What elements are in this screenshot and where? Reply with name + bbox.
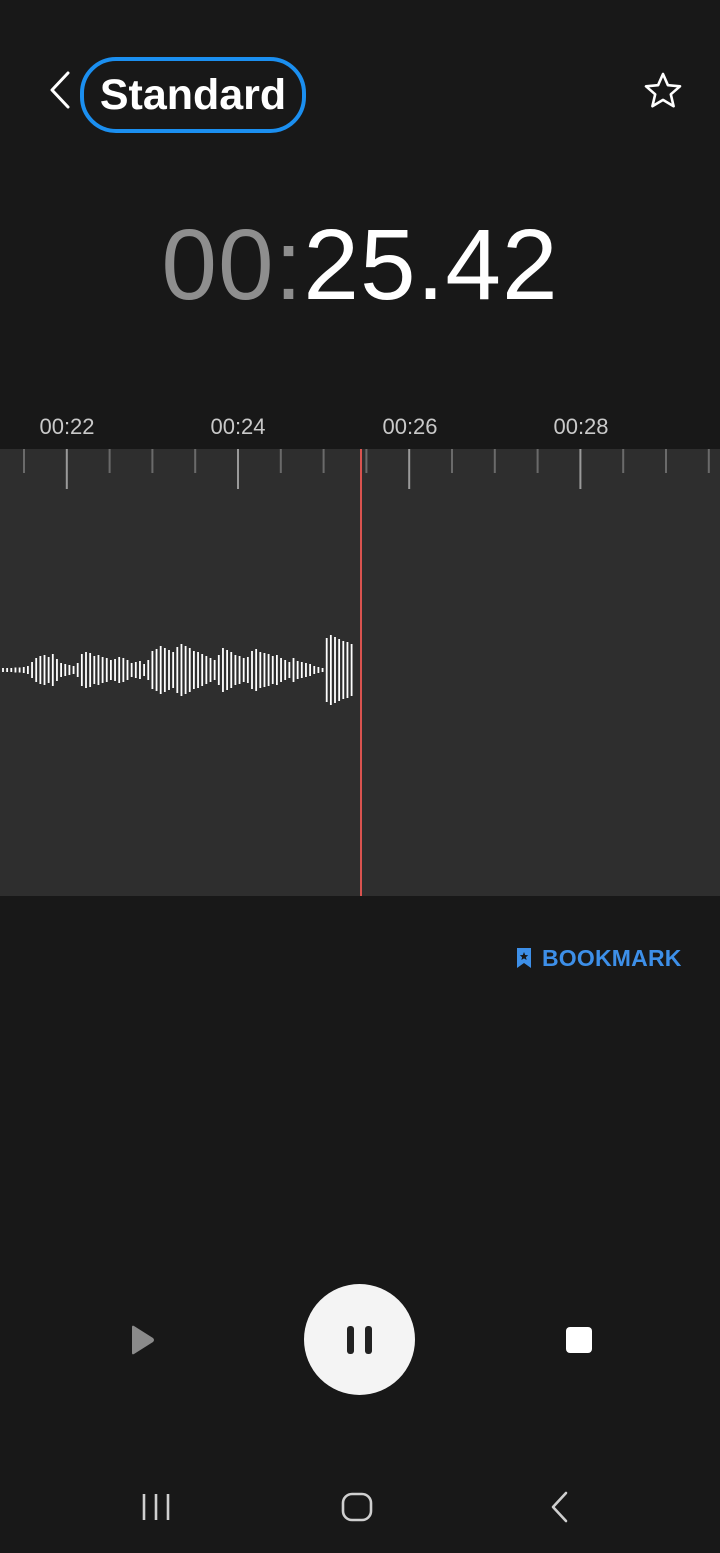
play-button[interactable]: [116, 1312, 168, 1368]
recents-button[interactable]: [126, 1480, 186, 1534]
back-button[interactable]: [40, 68, 80, 112]
timer-minutes: 00:: [161, 209, 304, 321]
star-outline-icon: [644, 72, 682, 108]
bookmark-label: BOOKMARK: [542, 944, 682, 971]
pause-button[interactable]: [304, 1284, 415, 1395]
pause-icon: [346, 1325, 372, 1354]
elapsed-time: 00:25.42: [0, 205, 720, 325]
timeline-ruler: [23, 449, 710, 489]
favorite-button[interactable]: [640, 68, 686, 114]
chevron-left-icon: [50, 71, 70, 109]
bookmark-icon: [517, 948, 531, 968]
nav-back-button[interactable]: [529, 1480, 589, 1534]
nav-back-icon: [551, 1491, 568, 1523]
waveform-bars: [2, 635, 353, 705]
timeline-label: 00:24: [210, 414, 266, 439]
timeline-label: 00:28: [553, 414, 609, 439]
recording-mode-title[interactable]: Standard: [80, 57, 306, 133]
page-title: Standard: [99, 70, 287, 119]
stop-button[interactable]: [555, 1316, 603, 1364]
waveform-panel[interactable]: [0, 449, 720, 896]
timeline-label: 00:22: [39, 414, 95, 439]
home-button[interactable]: [327, 1480, 387, 1534]
timeline-label: 00:26: [382, 414, 438, 439]
stop-icon: [566, 1327, 592, 1353]
voice-recorder-screen: Standard 00:25.42 00:22 00:24 00:26 00:2…: [0, 0, 720, 1553]
waveform: [2, 449, 710, 896]
play-icon: [132, 1325, 154, 1355]
home-icon: [341, 1492, 373, 1522]
bookmark-button[interactable]: BOOKMARK: [514, 938, 682, 978]
recents-icon: [142, 1494, 170, 1520]
timer-seconds: 25.42: [303, 209, 559, 321]
